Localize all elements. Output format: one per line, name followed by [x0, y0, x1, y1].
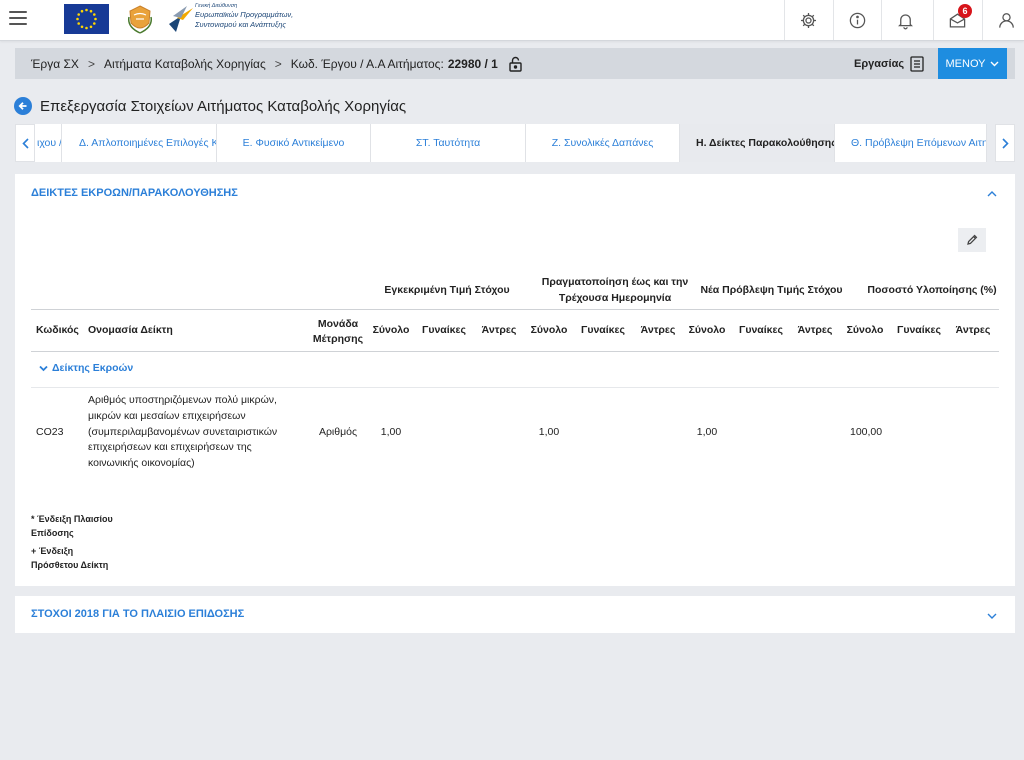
eu-flag-icon [64, 4, 109, 34]
col-achieved-women: Γυναίκες [581, 324, 625, 336]
info-icon[interactable] [833, 0, 881, 40]
breadcrumb-separator: > [274, 56, 282, 71]
logo-line-3: Συντονισμού και Ανάπτυξης [195, 19, 287, 29]
chevron-down-icon[interactable] [987, 611, 997, 623]
header-new-forecast: Νέα Πρόβλεψη Τιμής Στόχου [700, 284, 843, 296]
chevron-down-icon [39, 365, 48, 371]
department-logo: Γενική Διεύθυνση Ευρωπαϊκών Προγραμμάτων… [167, 2, 302, 38]
back-arrow-icon[interactable] [14, 97, 32, 115]
row-divider [31, 387, 999, 388]
mail-icon[interactable]: 6 [933, 0, 981, 40]
row-name: Αριθμός υποστηριζόμενων πολύ μικρών, μικ… [88, 394, 278, 470]
row-achieved-total: 1,00 [538, 426, 560, 438]
tasks-label: Εργασίας [854, 57, 905, 70]
group-row-output-indicators[interactable]: Δείκτης Εκροών [39, 362, 133, 374]
panel-title[interactable]: ΔΕΙΚΤΕΣ ΕΚΡΟΩΝ/ΠΑΡΑΚΟΛΟΥΘΗΣΗΣ [31, 187, 238, 199]
panel-title[interactable]: ΣΤΟΧΟΙ 2018 ΓΙΑ ΤΟ ΠΛΑΙΣΙΟ ΕΠΙΔΟΣΗΣ [31, 608, 244, 620]
tab-scroll-right-icon[interactable] [995, 124, 1015, 162]
col-approved-men: Άντρες [481, 324, 517, 336]
breadcrumb-code: 22980 / 1 [447, 56, 498, 71]
header-achieved-to-date: Πραγματοποίηση έως και την Τρέχουσα Ημερ… [541, 276, 689, 304]
col-approved-women: Γυναίκες [422, 324, 466, 336]
row-forecast-total: 1,00 [696, 426, 718, 438]
lock-icon[interactable] [509, 56, 522, 72]
col-forecast-women: Γυναίκες [739, 324, 783, 336]
group-row-label: Δείκτης Εκροών [52, 362, 134, 374]
targets-2018-panel[interactable]: ΣΤΟΧΟΙ 2018 ΓΙΑ ΤΟ ΠΛΑΙΣΙΟ ΕΠΙΔΟΣΗΣ [15, 596, 1015, 633]
note-additional-indicator: + Ένδειξη Πρόσθετου Δείκτη [31, 546, 109, 570]
col-forecast-total: Σύνολο [688, 324, 726, 336]
col-forecast-men: Άντρες [797, 324, 833, 336]
breadcrumb: Έργα ΣΧ > Αιτήματα Καταβολής Χορηγίας > … [31, 48, 522, 79]
breadcrumb-separator: > [87, 56, 95, 71]
col-percent-total: Σύνολο [846, 324, 884, 336]
tab-bar: ιχου / Δ. Απλοποιημένες Επιλογές Κ Ε. Φυ… [15, 124, 1015, 162]
col-percent-women: Γυναίκες [897, 324, 941, 336]
page-title: Επεξεργασία Στοιχείων Αιτήματος Καταβολή… [40, 97, 407, 115]
tab-monitoring-indicators[interactable]: Η. Δείκτες Παρακολούθησης [680, 124, 835, 162]
header-completion-percent: Ποσοστό Υλοποίησης (%) [867, 284, 997, 296]
row-approved-total: 1,00 [380, 426, 402, 438]
tab-simplified-options[interactable]: Δ. Απλοποιημένες Επιλογές Κ [62, 124, 217, 162]
row-code: CO23 [36, 426, 64, 438]
col-achieved-men: Άντρες [640, 324, 676, 336]
breadcrumb-payment-requests[interactable]: Αιτήματα Καταβολής Χορηγίας [104, 57, 266, 71]
column-header-divider [31, 351, 999, 352]
user-icon[interactable] [982, 0, 1024, 40]
logo-line-2: Ευρωπαϊκών Προγραμμάτων, [195, 10, 294, 19]
menu-button[interactable]: ΜΕΝΟΥ [938, 48, 1007, 79]
logo-line-1: Γενική Διεύθυνση [195, 3, 238, 9]
tasks-button[interactable]: Εργασίας [854, 48, 924, 79]
col-unit: Μονάδα Μέτρησης [312, 318, 364, 345]
breadcrumb-projects[interactable]: Έργα ΣΧ [31, 57, 79, 71]
gear-icon[interactable] [784, 0, 832, 40]
breadcrumb-bar: Έργα ΣΧ > Αιτήματα Καταβολής Χορηγίας > … [15, 48, 1015, 79]
header-approved-target: Εγκεκριμένη Τιμή Στόχου [384, 284, 510, 296]
edit-button[interactable] [958, 228, 986, 252]
col-percent-men: Άντρες [955, 324, 991, 336]
row-percent-total: 100,00 [850, 426, 883, 438]
list-document-icon [910, 55, 924, 72]
col-achieved-total: Σύνολο [530, 324, 568, 336]
mail-badge: 6 [958, 4, 972, 18]
menu-button-label: ΜΕΝΟΥ [945, 57, 986, 70]
col-code: Κωδικός [36, 324, 79, 336]
chevron-up-icon[interactable] [987, 188, 997, 200]
pencil-icon [967, 234, 978, 245]
breadcrumb-code-label: Κωδ. Έργου / Α.Α Αιτήματος: [290, 56, 444, 71]
menu-icon[interactable] [9, 11, 27, 25]
page-title-row: Επεξεργασία Στοιχείων Αιτήματος Καταβολή… [14, 96, 406, 116]
header-divider [31, 309, 999, 310]
col-name: Ονομασία Δείκτη [88, 324, 173, 336]
top-bar: Γενική Διεύθυνση Ευρωπαϊκών Προγραμμάτων… [0, 0, 1024, 41]
tab-identity[interactable]: ΣΤ. Ταυτότητα [371, 124, 526, 162]
indicators-panel: ΔΕΙΚΤΕΣ ΕΚΡΟΩΝ/ΠΑΡΑΚΟΛΟΥΘΗΣΗΣ Εγκεκριμέν… [15, 174, 1015, 586]
row-unit: Αριθμός [318, 426, 358, 438]
col-approved-total: Σύνολο [372, 324, 410, 336]
tab-previous[interactable]: ιχου / [35, 124, 62, 162]
tab-next-requests-forecast[interactable]: Θ. Πρόβλεψη Επόμενων Αιτημάτ [835, 124, 987, 162]
note-performance-framework: * Ένδειξη Πλαισίου Επίδοσης [31, 514, 113, 538]
tab-scroll-left-icon[interactable] [15, 124, 35, 162]
cyprus-emblem-icon [124, 3, 156, 35]
tab-physical-object[interactable]: Ε. Φυσικό Αντικείμενο [217, 124, 371, 162]
bell-icon[interactable] [881, 0, 929, 40]
tab-total-expenses[interactable]: Ζ. Συνολικές Δαπάνες [526, 124, 680, 162]
chevron-down-icon [990, 61, 999, 66]
